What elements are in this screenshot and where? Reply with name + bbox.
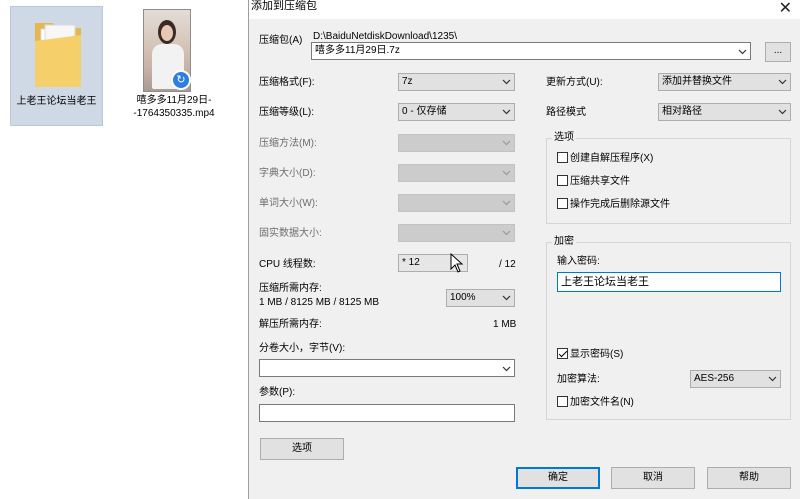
chevron-down-icon [768, 374, 777, 383]
dict-select[interactable] [398, 164, 515, 182]
chevron-down-icon [502, 198, 511, 207]
params-label: 参数(P): [259, 387, 296, 398]
archive-label: 压缩包(A) [259, 35, 303, 46]
path-mode-select[interactable]: 相对路径 [658, 103, 791, 121]
chevron-down-icon [502, 363, 511, 372]
checkbox-box [557, 198, 568, 209]
chevron-down-icon [778, 77, 787, 86]
chevron-down-icon [502, 168, 511, 177]
cpu-label: CPU 线程数: [259, 259, 316, 270]
chevron-down-icon [502, 293, 511, 302]
dialog-title: 添加到压缩包 [251, 0, 317, 12]
encryption-group [546, 242, 791, 420]
archive-name-value: 嘻多多11月29日.7z [315, 45, 400, 56]
checkbox-box [557, 348, 568, 359]
format-label: 压缩格式(F): [259, 77, 315, 88]
desktop-folder-item[interactable]: 上老王论坛当老王 [10, 6, 103, 126]
folder-icon [35, 23, 81, 87]
method-label: 压缩方法(M): [259, 138, 317, 149]
video-label: 嘻多多11月29日--1764350335.mp4 [133, 95, 215, 119]
ok-button[interactable]: 确定 [516, 467, 600, 489]
help-button[interactable]: 帮助 [707, 467, 791, 489]
chevron-down-icon [502, 228, 511, 237]
mem-compress-label: 压缩所需内存: [259, 283, 322, 294]
level-label: 压缩等级(L): [259, 107, 314, 118]
level-value: 0 - 仅存储 [402, 106, 447, 117]
sfx-checkbox[interactable]: 创建自解压程序(X) [557, 152, 653, 166]
update-value: 添加并替换文件 [662, 76, 732, 87]
options-group-title: 选项 [552, 131, 576, 144]
encryption-method-select[interactable]: AES-256 [690, 370, 781, 388]
encrypt-names-checkbox[interactable]: 加密文件名(N) [557, 396, 634, 410]
browse-button[interactable]: ... [765, 42, 791, 62]
params-input[interactable] [259, 404, 515, 422]
mem-decompress-label: 解压所需内存: [259, 319, 322, 330]
checkbox-box [557, 152, 568, 163]
path-mode-value: 相对路径 [662, 106, 702, 117]
show-password-label: 显示密码(S) [570, 349, 624, 360]
title-bar[interactable]: 添加到压缩包 ✕ [249, 0, 800, 19]
encryption-group-title: 加密 [552, 235, 576, 248]
desktop-video-item[interactable]: ↻ 嘻多多11月29日--1764350335.mp4 [124, 6, 224, 136]
cpu-total: / 12 [499, 259, 516, 270]
close-icon[interactable]: ✕ [779, 0, 792, 18]
memory-percent-select[interactable]: 100% [446, 289, 515, 307]
solid-label: 固实数据大小: [259, 228, 322, 239]
password-label: 输入密码: [557, 256, 600, 267]
word-label: 单词大小(W): [259, 198, 318, 209]
solid-select[interactable] [398, 224, 515, 242]
volume-size-combo[interactable] [259, 359, 515, 377]
path-mode-label: 路径模式 [546, 107, 586, 118]
memory-percent-value: 100% [450, 292, 476, 303]
mem-compress-detail: 1 MB / 8125 MB / 8125 MB [259, 297, 380, 308]
format-select[interactable]: 7z [398, 73, 515, 91]
delete-label: 操作完成后删除源文件 [570, 199, 670, 210]
chevron-down-icon [502, 138, 511, 147]
chevron-down-icon [502, 77, 511, 86]
checkbox-box [557, 175, 568, 186]
chevron-down-icon [502, 107, 511, 116]
encryption-method-label: 加密算法: [557, 374, 600, 385]
show-password-checkbox[interactable]: 显示密码(S) [557, 348, 623, 362]
add-to-archive-dialog: 添加到压缩包 ✕ 压缩包(A) D:\BaiduNetdiskDownload\… [248, 0, 800, 499]
dict-label: 字典大小(D): [259, 168, 316, 179]
level-select[interactable]: 0 - 仅存储 [398, 103, 515, 121]
shared-files-checkbox[interactable]: 压缩共享文件 [557, 175, 630, 189]
chevron-down-icon [778, 107, 787, 116]
update-mode-select[interactable]: 添加并替换文件 [658, 73, 791, 91]
password-input[interactable]: 上老王论坛当老王 [557, 272, 781, 292]
folder-label: 上老王论坛当老王 [16, 96, 97, 107]
cancel-button[interactable]: 取消 [611, 467, 695, 489]
mem-decompress-value: 1 MB [493, 319, 517, 330]
delete-after-checkbox[interactable]: 操作完成后删除源文件 [557, 198, 670, 212]
encrypt-names-label: 加密文件名(N) [570, 397, 634, 408]
chevron-down-icon [738, 46, 747, 55]
player-app-icon: ↻ [171, 70, 191, 90]
sfx-label: 创建自解压程序(X) [570, 153, 654, 164]
word-select[interactable] [398, 194, 515, 212]
shared-label: 压缩共享文件 [570, 176, 630, 187]
mouse-cursor-icon [450, 253, 464, 273]
format-value: 7z [402, 76, 413, 87]
options-button[interactable]: 选项 [260, 438, 344, 460]
password-value: 上老王论坛当老王 [561, 276, 649, 288]
cpu-value: * 12 [402, 257, 420, 268]
archive-name-combo[interactable]: 嘻多多11月29日.7z [311, 42, 751, 60]
checkbox-box [557, 396, 568, 407]
encryption-method-value: AES-256 [694, 373, 735, 384]
update-label: 更新方式(U): [546, 77, 603, 88]
volume-label: 分卷大小，字节(V): [259, 343, 346, 354]
method-select[interactable] [398, 134, 515, 152]
